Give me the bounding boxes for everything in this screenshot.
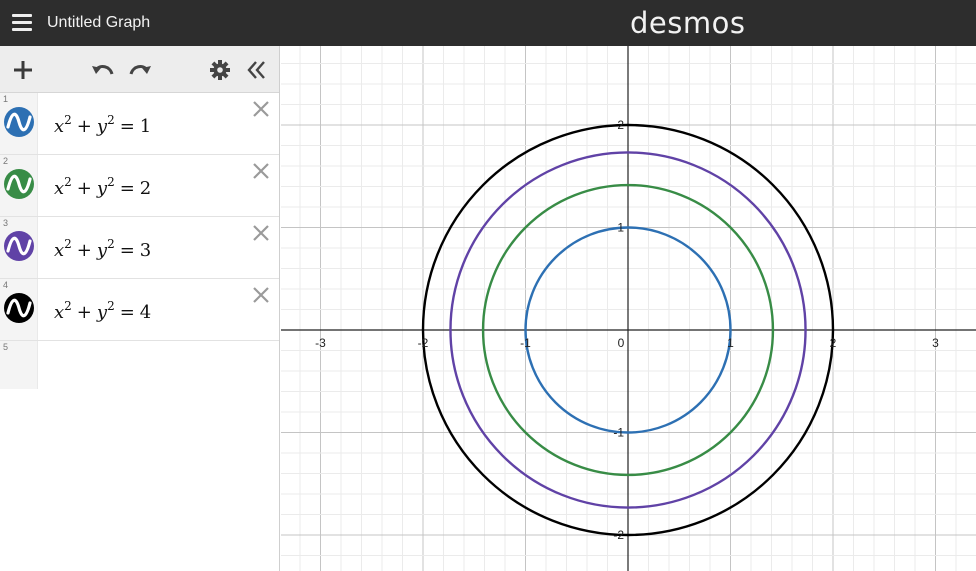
expression-math[interactable]: x2 + y2 = 2 [54,175,151,199]
expression-number: 2 [3,156,9,166]
graph-style-icon[interactable] [4,107,34,137]
delete-expression-icon[interactable] [251,99,271,119]
x-tick-label: -2 [418,336,429,350]
x-tick-label: 3 [932,336,939,350]
math-variable: x [54,178,65,199]
expression-item[interactable]: 1 x2 + y2 = 1 [0,93,279,155]
plus-icon[interactable] [9,56,37,84]
graph-canvas[interactable]: -3 -2 -1 0 1 2 3 2 1 -1 -2 [281,46,976,571]
new-expression-row[interactable]: 5 [0,341,279,389]
expression-tab: 2 [0,155,38,216]
x-tick-label: -1 [520,336,531,350]
math-variable: y [96,240,108,261]
math-value: 1 [139,116,152,137]
expression-item[interactable]: 3 x2 + y2 = 3 [0,217,279,279]
expression-item[interactable]: 4 x2 + y2 = 4 [0,279,279,341]
math-variable: y [96,302,108,323]
expression-item[interactable]: 2 x2 + y2 = 2 [0,155,279,217]
expression-math[interactable]: x2 + y2 = 4 [54,299,151,323]
y-tick-label: -1 [613,426,624,440]
x-tick-label: 1 [727,336,734,350]
expression-tab: 5 [0,341,38,389]
x-tick-label: 0 [618,336,625,350]
math-exponent: 2 [107,237,115,251]
expression-toolbar [0,46,279,93]
expression-tab: 4 [0,279,38,340]
math-exponent: 2 [107,113,115,127]
math-value: 2 [139,178,152,199]
delete-expression-icon[interactable] [251,161,271,181]
redo-icon[interactable] [126,56,154,84]
undo-icon[interactable] [89,56,117,84]
math-exponent: 2 [107,175,115,189]
math-exponent: 2 [64,237,72,251]
desmos-logo: desmos [630,6,746,40]
math-exponent: 2 [64,113,72,127]
x-tick-label: -3 [315,336,326,350]
delete-expression-icon[interactable] [251,223,271,243]
gear-icon[interactable] [206,56,234,84]
y-tick-label: 1 [617,221,624,235]
graph-paper[interactable]: -3 -2 -1 0 1 2 3 2 1 -1 -2 [281,46,976,571]
expression-tab: 3 [0,217,38,278]
math-value: 3 [139,240,152,261]
math-variable: y [96,178,108,199]
graph-style-icon[interactable] [4,293,34,323]
expression-tab: 1 [0,93,38,154]
math-variable: x [54,302,65,323]
math-variable: y [96,116,108,137]
expression-math[interactable]: x2 + y2 = 3 [54,237,151,261]
math-variable: x [54,240,65,261]
x-tick-label: 2 [830,336,837,350]
math-exponent: 2 [64,175,72,189]
delete-expression-icon[interactable] [251,285,271,305]
expression-number: 4 [3,280,9,290]
expression-math[interactable]: x2 + y2 = 1 [54,113,151,137]
expression-list: 1 x2 + y2 = 1 2 x2 + y2 = 2 3 x2 + y2 = 3 4 x2 + y2 = 4 5 [0,46,280,571]
math-exponent: 2 [64,299,72,313]
math-variable: x [54,116,65,137]
graph-style-icon[interactable] [4,231,34,261]
double-chevron-left-icon[interactable] [243,56,271,84]
y-tick-label: 2 [617,118,624,132]
hamburger-menu-icon[interactable] [12,14,32,32]
expression-number: 1 [3,94,9,104]
expression-number: 5 [3,342,9,352]
graph-title[interactable]: Untitled Graph [47,14,150,32]
math-value: 4 [139,302,152,323]
y-tick-label: -2 [613,528,624,542]
math-exponent: 2 [107,299,115,313]
graph-style-icon[interactable] [4,169,34,199]
top-bar: Untitled Graph desmos [0,0,976,46]
expression-number: 3 [3,218,9,228]
